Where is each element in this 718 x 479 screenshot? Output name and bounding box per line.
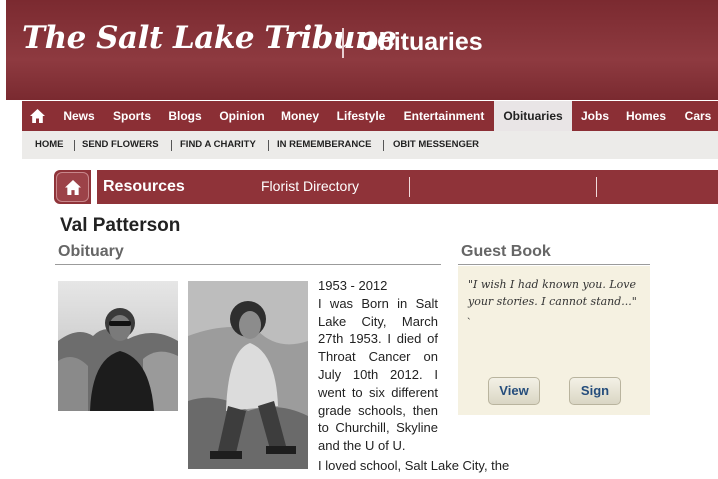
obituary-text: 1953 - 2012 I was Born in Salt Lake City…: [318, 277, 438, 455]
subnav-home[interactable]: HOME: [35, 131, 64, 159]
subnav-divider: [74, 140, 75, 151]
resources-bar: Resources Florist Directory: [54, 170, 718, 204]
nav-item-homes[interactable]: Homes: [620, 101, 672, 131]
subnav-find-a-charity[interactable]: FIND A CHARITY: [180, 131, 256, 159]
obituary-rule: [55, 264, 441, 265]
subnav-divider: [383, 140, 384, 151]
nav-item-blogs[interactable]: Blogs: [160, 101, 210, 131]
nav-item-obituaries[interactable]: Obituaries: [494, 101, 572, 131]
guest-book-panel: "I wish I had known you. Love your stori…: [458, 266, 650, 415]
obituary-years: 1953 - 2012: [318, 278, 388, 293]
guest-book-entry: "I wish I had known you. Love your stori…: [468, 278, 637, 308]
subnav-send-flowers[interactable]: SEND FLOWERS: [82, 131, 159, 159]
nav-item-entertainment[interactable]: Entertainment: [396, 101, 492, 131]
nav-item-news[interactable]: News: [54, 101, 104, 131]
sign-guestbook-button[interactable]: Sign: [569, 377, 621, 405]
resources-gap: [91, 170, 97, 204]
resources-home-button[interactable]: [56, 172, 89, 202]
guest-book-heading: Guest Book: [461, 243, 551, 260]
resources-title: Resources: [103, 178, 185, 195]
nav-home-button[interactable]: [22, 101, 52, 131]
subnav-obit-messenger[interactable]: OBIT MESSENGER: [393, 131, 479, 159]
masthead-divider: [342, 28, 344, 58]
obituary-text-continued: I loved school, Salt Lake City, the: [318, 458, 510, 473]
sub-nav: HOME SEND FLOWERS FIND A CHARITY IN REME…: [22, 131, 718, 159]
tribune-logo[interactable]: The Salt Lake Tribune: [22, 20, 397, 56]
masthead: The Salt Lake Tribune Obituaries: [6, 0, 718, 100]
home-icon: [64, 179, 81, 195]
guest-book-mark: `: [467, 317, 471, 329]
obituary-heading: Obituary: [58, 243, 124, 260]
person-name: Val Patterson: [60, 215, 181, 236]
section-title: Obituaries: [359, 28, 483, 56]
nav-item-sports[interactable]: Sports: [106, 101, 158, 131]
subnav-divider: [268, 140, 269, 151]
obituary-body: I was Born in Salt Lake City, March 27th…: [318, 295, 438, 454]
portrait-photo-1[interactable]: [58, 281, 178, 411]
guest-book-rule: [458, 264, 650, 265]
nav-item-cars[interactable]: Cars: [678, 101, 718, 131]
florist-directory-link[interactable]: Florist Directory: [261, 170, 359, 204]
portrait-photo-2[interactable]: [188, 281, 308, 469]
nav-item-opinion[interactable]: Opinion: [212, 101, 272, 131]
home-icon: [29, 109, 45, 123]
subnav-divider: [171, 140, 172, 151]
view-guestbook-button[interactable]: View: [488, 377, 540, 405]
subnav-in-rememberance[interactable]: IN REMEMBERANCE: [277, 131, 371, 159]
resources-divider: [409, 177, 410, 197]
nav-item-money[interactable]: Money: [274, 101, 326, 131]
nav-item-lifestyle[interactable]: Lifestyle: [328, 101, 394, 131]
main-nav: News Sports Blogs Opinion Money Lifestyl…: [22, 101, 718, 131]
nav-item-jobs[interactable]: Jobs: [574, 101, 616, 131]
resources-divider: [596, 177, 597, 197]
